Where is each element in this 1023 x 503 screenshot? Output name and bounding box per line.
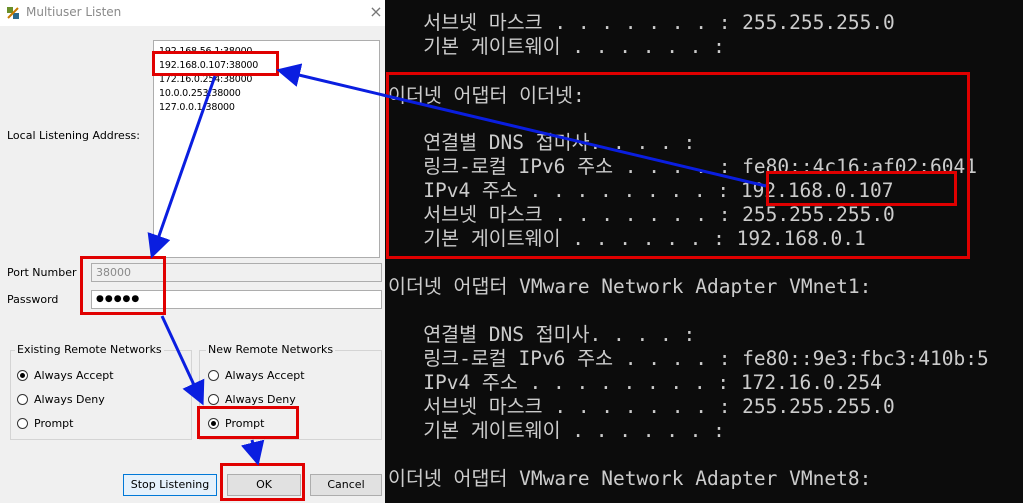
terminal-line: 기본 게이트웨이 . . . . . . :: [388, 419, 725, 442]
radio-label: Always Accept: [225, 369, 305, 382]
app-icon: [7, 7, 19, 19]
radio-unchecked-icon: [17, 418, 28, 429]
new-always-accept-radio[interactable]: Always Accept: [208, 369, 305, 382]
terminal-line: 기본 게이트웨이 . . . . . . :: [388, 35, 725, 58]
password-label: Password: [7, 293, 59, 306]
radio-label: Always Accept: [34, 369, 114, 382]
window-title: Multiuser Listen: [26, 5, 122, 19]
stop-listening-button[interactable]: Stop Listening: [123, 474, 217, 496]
command-prompt-output: 서브넷 마스크 . . . . . . . : 255.255.255.0 기본…: [385, 0, 1023, 503]
radio-unchecked-icon: [208, 394, 219, 405]
new-networks-title: New Remote Networks: [206, 343, 336, 356]
radio-label: Always Deny: [34, 393, 105, 406]
annotation-box-prompt: [197, 406, 299, 439]
radio-checked-icon: [17, 370, 28, 381]
radio-label: Always Deny: [225, 393, 296, 406]
terminal-line: 이더넷 어댑터 VMware Network Adapter VMnet8:: [388, 467, 872, 490]
existing-always-deny-radio[interactable]: Always Deny: [17, 393, 105, 406]
new-always-deny-radio[interactable]: Always Deny: [208, 393, 296, 406]
existing-prompt-radio[interactable]: Prompt: [17, 417, 73, 430]
multiuser-listen-dialog: Multiuser Listen × Local Listening Addre…: [0, 0, 385, 503]
radio-label: Prompt: [34, 417, 74, 430]
cancel-button[interactable]: Cancel: [310, 474, 382, 496]
radio-unchecked-icon: [17, 394, 28, 405]
terminal-line: 이더넷 어댑터 VMware Network Adapter VMnet1:: [388, 275, 872, 298]
annotation-box-ok: [220, 463, 305, 501]
list-item[interactable]: 10.0.0.253:38000: [159, 88, 241, 99]
annotation-box-address: [152, 51, 279, 76]
annotation-box-ipv4: [766, 171, 957, 206]
port-label: Port Number: [7, 266, 77, 279]
existing-networks-title: Existing Remote Networks: [15, 343, 164, 356]
existing-always-accept-radio[interactable]: Always Accept: [17, 369, 114, 382]
list-item[interactable]: 127.0.0.1:38000: [159, 102, 235, 113]
annotation-box-port-password: [80, 256, 166, 315]
close-icon[interactable]: ×: [368, 3, 384, 21]
local-address-label: Local Listening Address:: [7, 129, 140, 142]
radio-unchecked-icon: [208, 370, 219, 381]
title-bar[interactable]: Multiuser Listen ×: [0, 0, 385, 26]
annotation-box-ethernet-section: [386, 72, 970, 259]
